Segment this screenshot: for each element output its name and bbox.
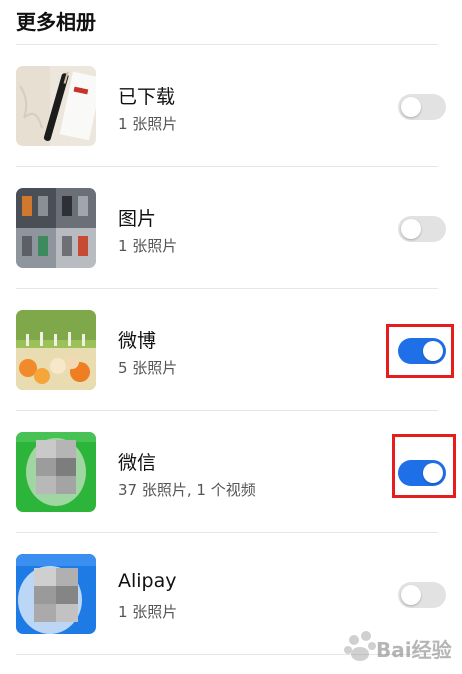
divider bbox=[16, 532, 438, 533]
album-count: 1 张照片 bbox=[118, 237, 178, 255]
album-toggle[interactable] bbox=[398, 94, 446, 120]
divider bbox=[16, 166, 438, 167]
album-count: 1 张照片 bbox=[118, 603, 178, 621]
album-name: 微博 bbox=[118, 330, 157, 352]
chairs-grid-thumbnail bbox=[16, 188, 96, 268]
divider bbox=[16, 410, 438, 411]
album-toggle[interactable] bbox=[398, 216, 446, 242]
album-toggle[interactable] bbox=[398, 582, 446, 608]
highlight-box bbox=[392, 434, 456, 498]
album-row-downloaded[interactable]: 已下载 1 张照片 bbox=[0, 66, 462, 162]
section-title: 更多相册 bbox=[16, 10, 96, 34]
album-name: 已下载 bbox=[118, 86, 176, 108]
album-count: 37 张照片, 1 个视频 bbox=[118, 481, 256, 499]
album-count: 1 张照片 bbox=[118, 115, 178, 133]
highlight-box bbox=[386, 324, 454, 378]
wechat-blurred-thumbnail bbox=[16, 432, 96, 512]
album-count: 5 张照片 bbox=[118, 359, 178, 377]
alipay-blurred-thumbnail bbox=[16, 554, 96, 634]
album-name: Alipay bbox=[118, 570, 177, 592]
downloaded-thumbnail bbox=[16, 66, 96, 146]
album-name: 微信 bbox=[118, 452, 157, 474]
baidu-watermark: Bai经验 bbox=[376, 638, 452, 662]
album-name: 图片 bbox=[118, 208, 157, 230]
divider bbox=[16, 288, 438, 289]
album-row-pictures[interactable]: 图片 1 张照片 bbox=[0, 188, 462, 284]
weibo-illustration-thumbnail bbox=[16, 310, 96, 390]
divider bbox=[16, 44, 438, 45]
